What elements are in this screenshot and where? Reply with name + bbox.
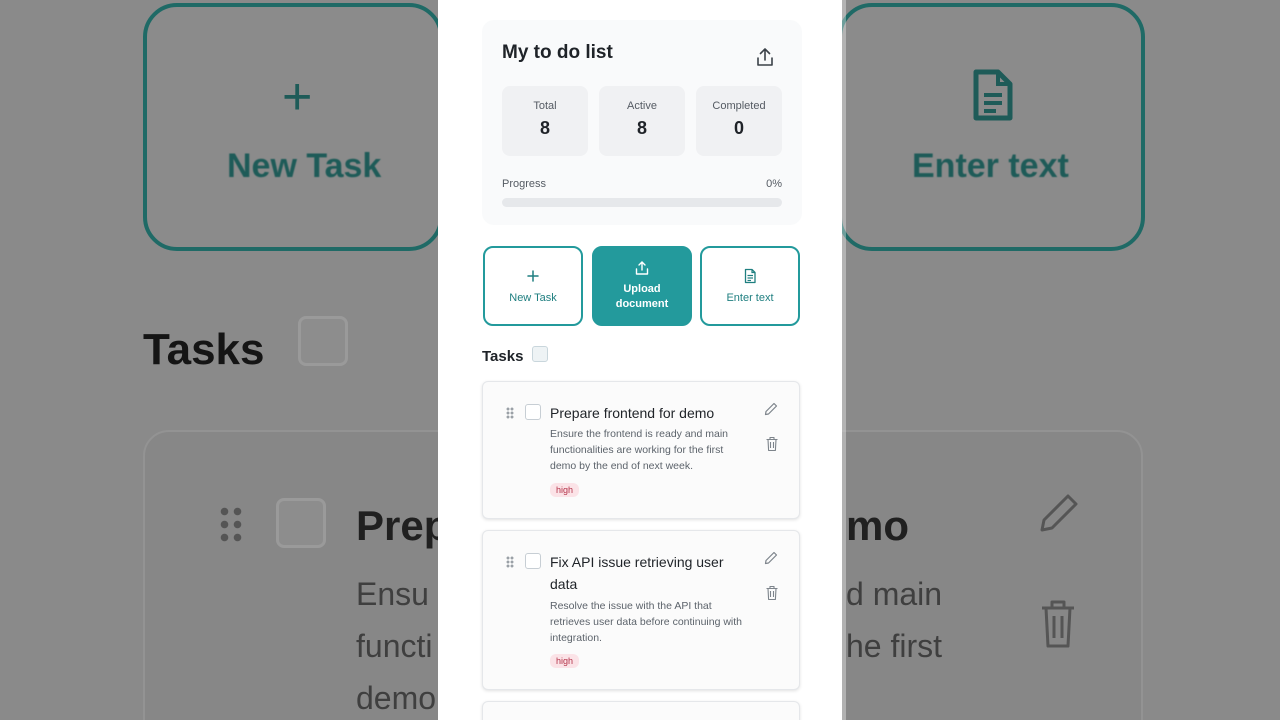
progress-percent: 0% <box>766 178 782 190</box>
new-task-button[interactable]: New Task <box>483 246 583 326</box>
stat-value: 8 <box>539 118 550 138</box>
task-description: Resolve the issue with the API that retr… <box>550 600 743 644</box>
task-title: Prepare frontend for demo <box>550 405 715 421</box>
bg-trash-icon <box>1042 600 1074 648</box>
bg-desc-line-3: demo <box>356 680 437 716</box>
panel-edge <box>842 0 846 720</box>
stat-total: Total 8 <box>502 86 588 156</box>
drag-handle-icon[interactable] <box>506 407 514 419</box>
todo-app-panel: My to do list Total 8 Active 8 Completed… <box>438 0 842 720</box>
edit-icon[interactable] <box>763 401 779 417</box>
bg-task-title-right: mo <box>846 502 909 549</box>
bg-enter-text-label: Enter text <box>912 147 1069 185</box>
page-title: My to do list <box>502 42 613 63</box>
priority-badge: high <box>550 483 580 497</box>
task-checkbox[interactable] <box>525 553 541 569</box>
task-card: Prepare frontend for demo Ensure the fro… <box>482 381 800 519</box>
stat-label: Total <box>533 100 557 112</box>
bg-new-task-card: + New Task <box>143 3 443 251</box>
task-card <box>482 701 800 720</box>
bg-new-task-label: New Task <box>227 147 382 185</box>
summary-card: My to do list Total 8 Active 8 Completed… <box>482 20 802 225</box>
progress-label: Progress <box>502 178 547 190</box>
task-checkbox[interactable] <box>525 404 541 420</box>
stat-active: Active 8 <box>599 86 685 156</box>
upload-icon <box>635 261 649 275</box>
bg-enter-text-card: Enter text <box>838 3 1145 251</box>
enter-text-button[interactable]: Enter text <box>700 246 800 326</box>
priority-badge: high <box>550 654 580 668</box>
stat-value: 8 <box>636 118 647 138</box>
new-task-label: New Task <box>509 292 557 304</box>
task-card: Fix API issue retrieving user data Resol… <box>482 530 800 690</box>
bg-desc-line-2: functi <box>356 628 433 664</box>
bg-tasks-heading: Tasks <box>143 325 265 374</box>
stat-label: Completed <box>712 100 766 112</box>
select-all-checkbox[interactable] <box>532 346 548 362</box>
bg-task-checkbox <box>276 498 326 548</box>
drag-handle-icon[interactable] <box>506 556 514 568</box>
tasks-heading: Tasks <box>482 348 524 365</box>
bg-drag-handle-icon <box>218 505 244 545</box>
upload-document-button[interactable]: Upload document <box>592 246 692 326</box>
bg-task-title-left: Prep <box>356 502 450 549</box>
bg-plus-icon: + <box>282 68 313 126</box>
bg-desc-line-2-right: he first <box>846 628 943 664</box>
share-icon[interactable] <box>754 46 776 68</box>
stat-value: 0 <box>733 118 744 138</box>
bg-document-icon <box>973 69 1013 121</box>
trash-icon[interactable] <box>765 585 779 601</box>
document-icon <box>744 268 756 284</box>
bg-desc-line-1: Ensu <box>356 576 429 612</box>
trash-icon[interactable] <box>765 436 779 452</box>
task-description: Ensure the frontend is ready and main fu… <box>550 428 729 472</box>
progress-bar <box>502 198 782 207</box>
plus-icon <box>527 270 539 282</box>
stat-completed: Completed 0 <box>696 86 782 156</box>
task-title: Fix API issue retrieving user data <box>550 554 724 592</box>
upload-document-label: Upload document <box>615 283 669 310</box>
stat-label: Active <box>627 100 657 112</box>
enter-text-label: Enter text <box>726 292 774 304</box>
edit-icon[interactable] <box>763 550 779 566</box>
bg-desc-line-1-right: d main <box>846 576 943 612</box>
bg-edit-icon <box>1040 494 1078 532</box>
bg-select-all-checkbox <box>298 316 348 366</box>
